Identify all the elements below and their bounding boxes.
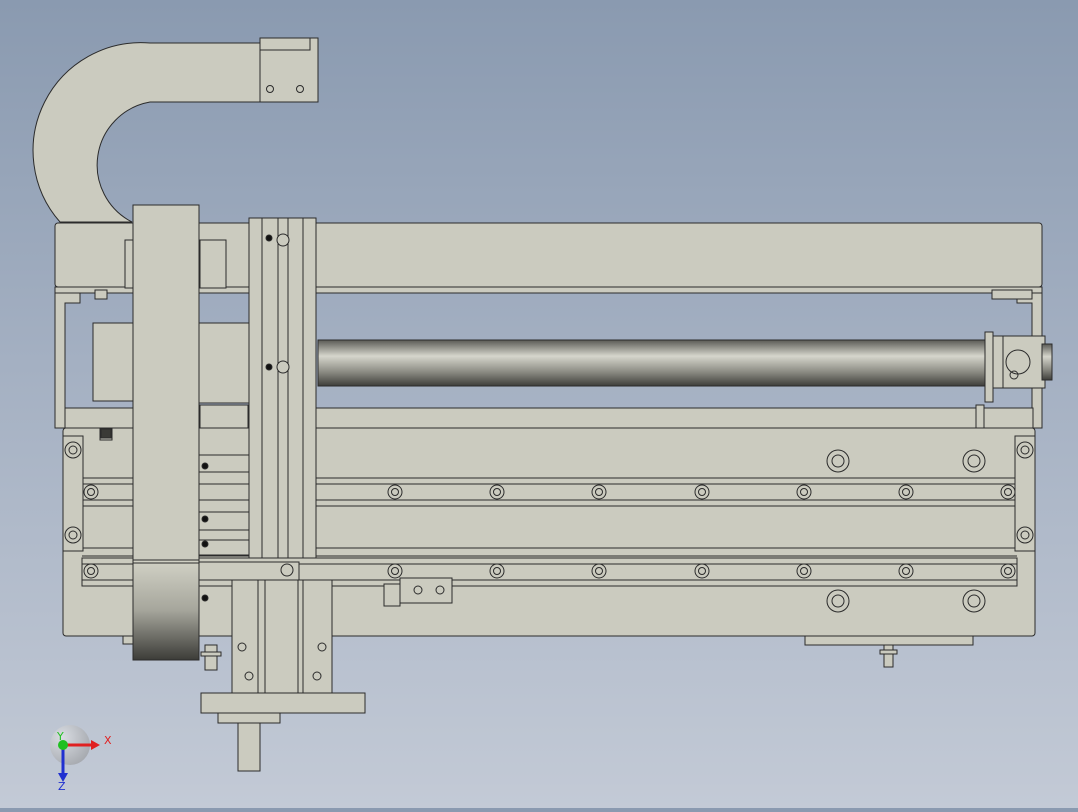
axis-triad: X Y Z: [50, 725, 112, 793]
cable-chain: [32, 42, 261, 223]
cad-model-drawing: X Y Z: [32, 37, 1053, 793]
guide-rod: [317, 339, 1009, 387]
y-axis-label: Y: [56, 730, 64, 743]
tool-shaft: [237, 722, 261, 772]
bottom-mount: [804, 635, 974, 646]
z-slider-block: [231, 579, 333, 694]
tool-mount-plate: [200, 692, 366, 714]
x-axis-label: X: [104, 734, 112, 747]
belt-housing-column: [132, 204, 200, 561]
z-axis-label: Z: [58, 780, 66, 793]
belt-housing-lower: [132, 559, 200, 661]
vertical-carriage: [248, 217, 317, 559]
cad-viewport[interactable]: X Y Z: [0, 0, 1078, 808]
